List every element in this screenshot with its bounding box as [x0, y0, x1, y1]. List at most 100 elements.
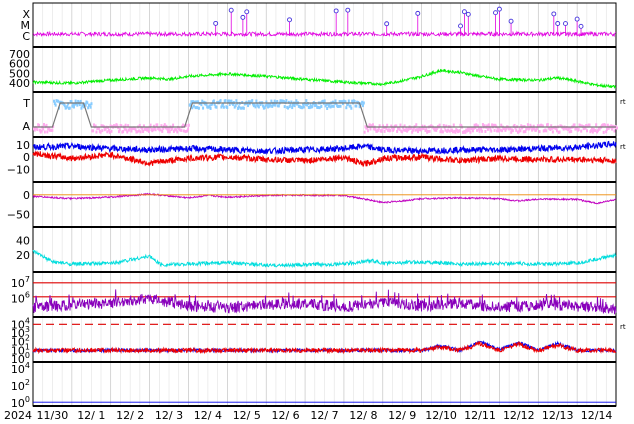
panel-bottom_log: 104 102 100	[11, 361, 617, 410]
direction-point	[209, 106, 212, 110]
direction-point	[54, 103, 57, 107]
direction-point	[242, 106, 245, 110]
panels: XMC700600500400TArt100−10rt0−50402010710…	[7, 2, 626, 410]
direction-point	[551, 130, 554, 134]
direction-point	[458, 129, 461, 133]
direction-point	[595, 123, 598, 127]
x-tick-label: 12/ 1	[77, 409, 105, 422]
direction-point	[347, 99, 350, 103]
year-label: 2024	[4, 409, 32, 422]
direction-point	[383, 129, 386, 133]
direction-point	[291, 106, 294, 110]
direction-point	[573, 123, 576, 127]
panel-imf_direction: TArt	[22, 91, 626, 138]
flare-marker	[555, 21, 561, 26]
tick-label: 0	[23, 151, 30, 164]
panel-right-label: rt	[620, 143, 626, 151]
tick-label: 10	[16, 139, 30, 152]
direction-point	[323, 99, 326, 103]
x-tick-label: 12/ 9	[388, 409, 416, 422]
tick-label: 0	[23, 189, 30, 202]
direction-point	[42, 127, 45, 131]
direction-point	[36, 128, 39, 132]
direction-point	[570, 129, 573, 133]
x-tick-label: 12/14	[581, 409, 613, 422]
direction-point	[438, 123, 441, 127]
flare-marker	[458, 23, 463, 29]
direction-point	[222, 105, 225, 109]
direction-point	[161, 129, 164, 133]
tick-label: 104	[11, 361, 30, 376]
direction-point	[46, 130, 49, 134]
direction-point	[320, 104, 323, 108]
direction-point	[369, 127, 372, 131]
tick-label: 107	[11, 275, 30, 290]
flare-marker	[415, 10, 421, 16]
flare-marker	[578, 23, 584, 29]
x-tick-label: 12/13	[542, 409, 574, 422]
direction-point	[149, 123, 152, 127]
flare-marker	[574, 16, 580, 22]
tick-label: A	[22, 120, 30, 133]
direction-point	[362, 101, 365, 105]
panel-imf_bz: 100−10 rt	[7, 136, 626, 183]
x-tick-label: 12/12	[503, 409, 535, 422]
flare-marker	[333, 8, 339, 14]
direction-point	[101, 129, 104, 133]
x-tick-label: 12/ 5	[233, 409, 261, 422]
x-tick-label: 12/ 6	[271, 409, 299, 422]
direction-point	[215, 105, 218, 109]
direction-point	[366, 129, 369, 133]
direction-point	[511, 129, 514, 133]
direction-point	[197, 106, 200, 110]
panel-solar_wind_speed: 700600500400	[9, 46, 617, 93]
flare-marker	[384, 21, 390, 27]
direction-point	[302, 105, 305, 109]
flare-marker	[508, 18, 514, 24]
panel-proton_flux: 104103102101100rt	[11, 316, 626, 366]
direction-point	[68, 106, 71, 110]
direction-point	[490, 129, 493, 133]
flare-marker	[228, 7, 234, 13]
direction-point	[484, 130, 487, 134]
panel-xray: XMC	[21, 2, 617, 48]
direction-point	[415, 123, 418, 127]
direction-point	[212, 99, 215, 103]
direction-point	[345, 106, 348, 110]
direction-point	[305, 99, 308, 103]
direction-point	[235, 99, 238, 103]
tick-label: T	[22, 97, 30, 110]
tick-label: 106	[11, 290, 30, 305]
direction-point	[613, 129, 616, 133]
direction-point	[110, 129, 113, 133]
direction-point	[361, 104, 364, 108]
direction-point	[480, 127, 483, 131]
direction-point	[350, 106, 353, 110]
direction-point	[546, 123, 549, 127]
direction-point	[519, 129, 522, 133]
tick-label: 102	[11, 378, 30, 393]
direction-point	[277, 104, 280, 108]
direction-point	[493, 128, 496, 132]
x-tick-label: 12/ 8	[349, 409, 377, 422]
direction-point	[452, 123, 455, 127]
direction-point	[187, 127, 190, 131]
direction-point	[141, 127, 144, 131]
flare-marker	[240, 14, 246, 20]
direction-point	[156, 123, 159, 127]
flare-marker	[465, 11, 471, 17]
direction-point	[428, 129, 431, 133]
x-tick-label: 11/30	[37, 409, 69, 422]
direction-point	[586, 129, 589, 133]
direction-point	[283, 105, 286, 109]
direction-point	[139, 130, 142, 134]
direction-point	[399, 123, 402, 127]
direction-point	[43, 130, 46, 134]
direction-point	[72, 105, 75, 109]
direction-point	[588, 123, 591, 127]
flare-marker	[244, 9, 250, 15]
direction-point	[334, 99, 337, 103]
direction-point	[602, 130, 605, 134]
direction-point	[118, 127, 121, 131]
direction-point	[558, 130, 561, 134]
